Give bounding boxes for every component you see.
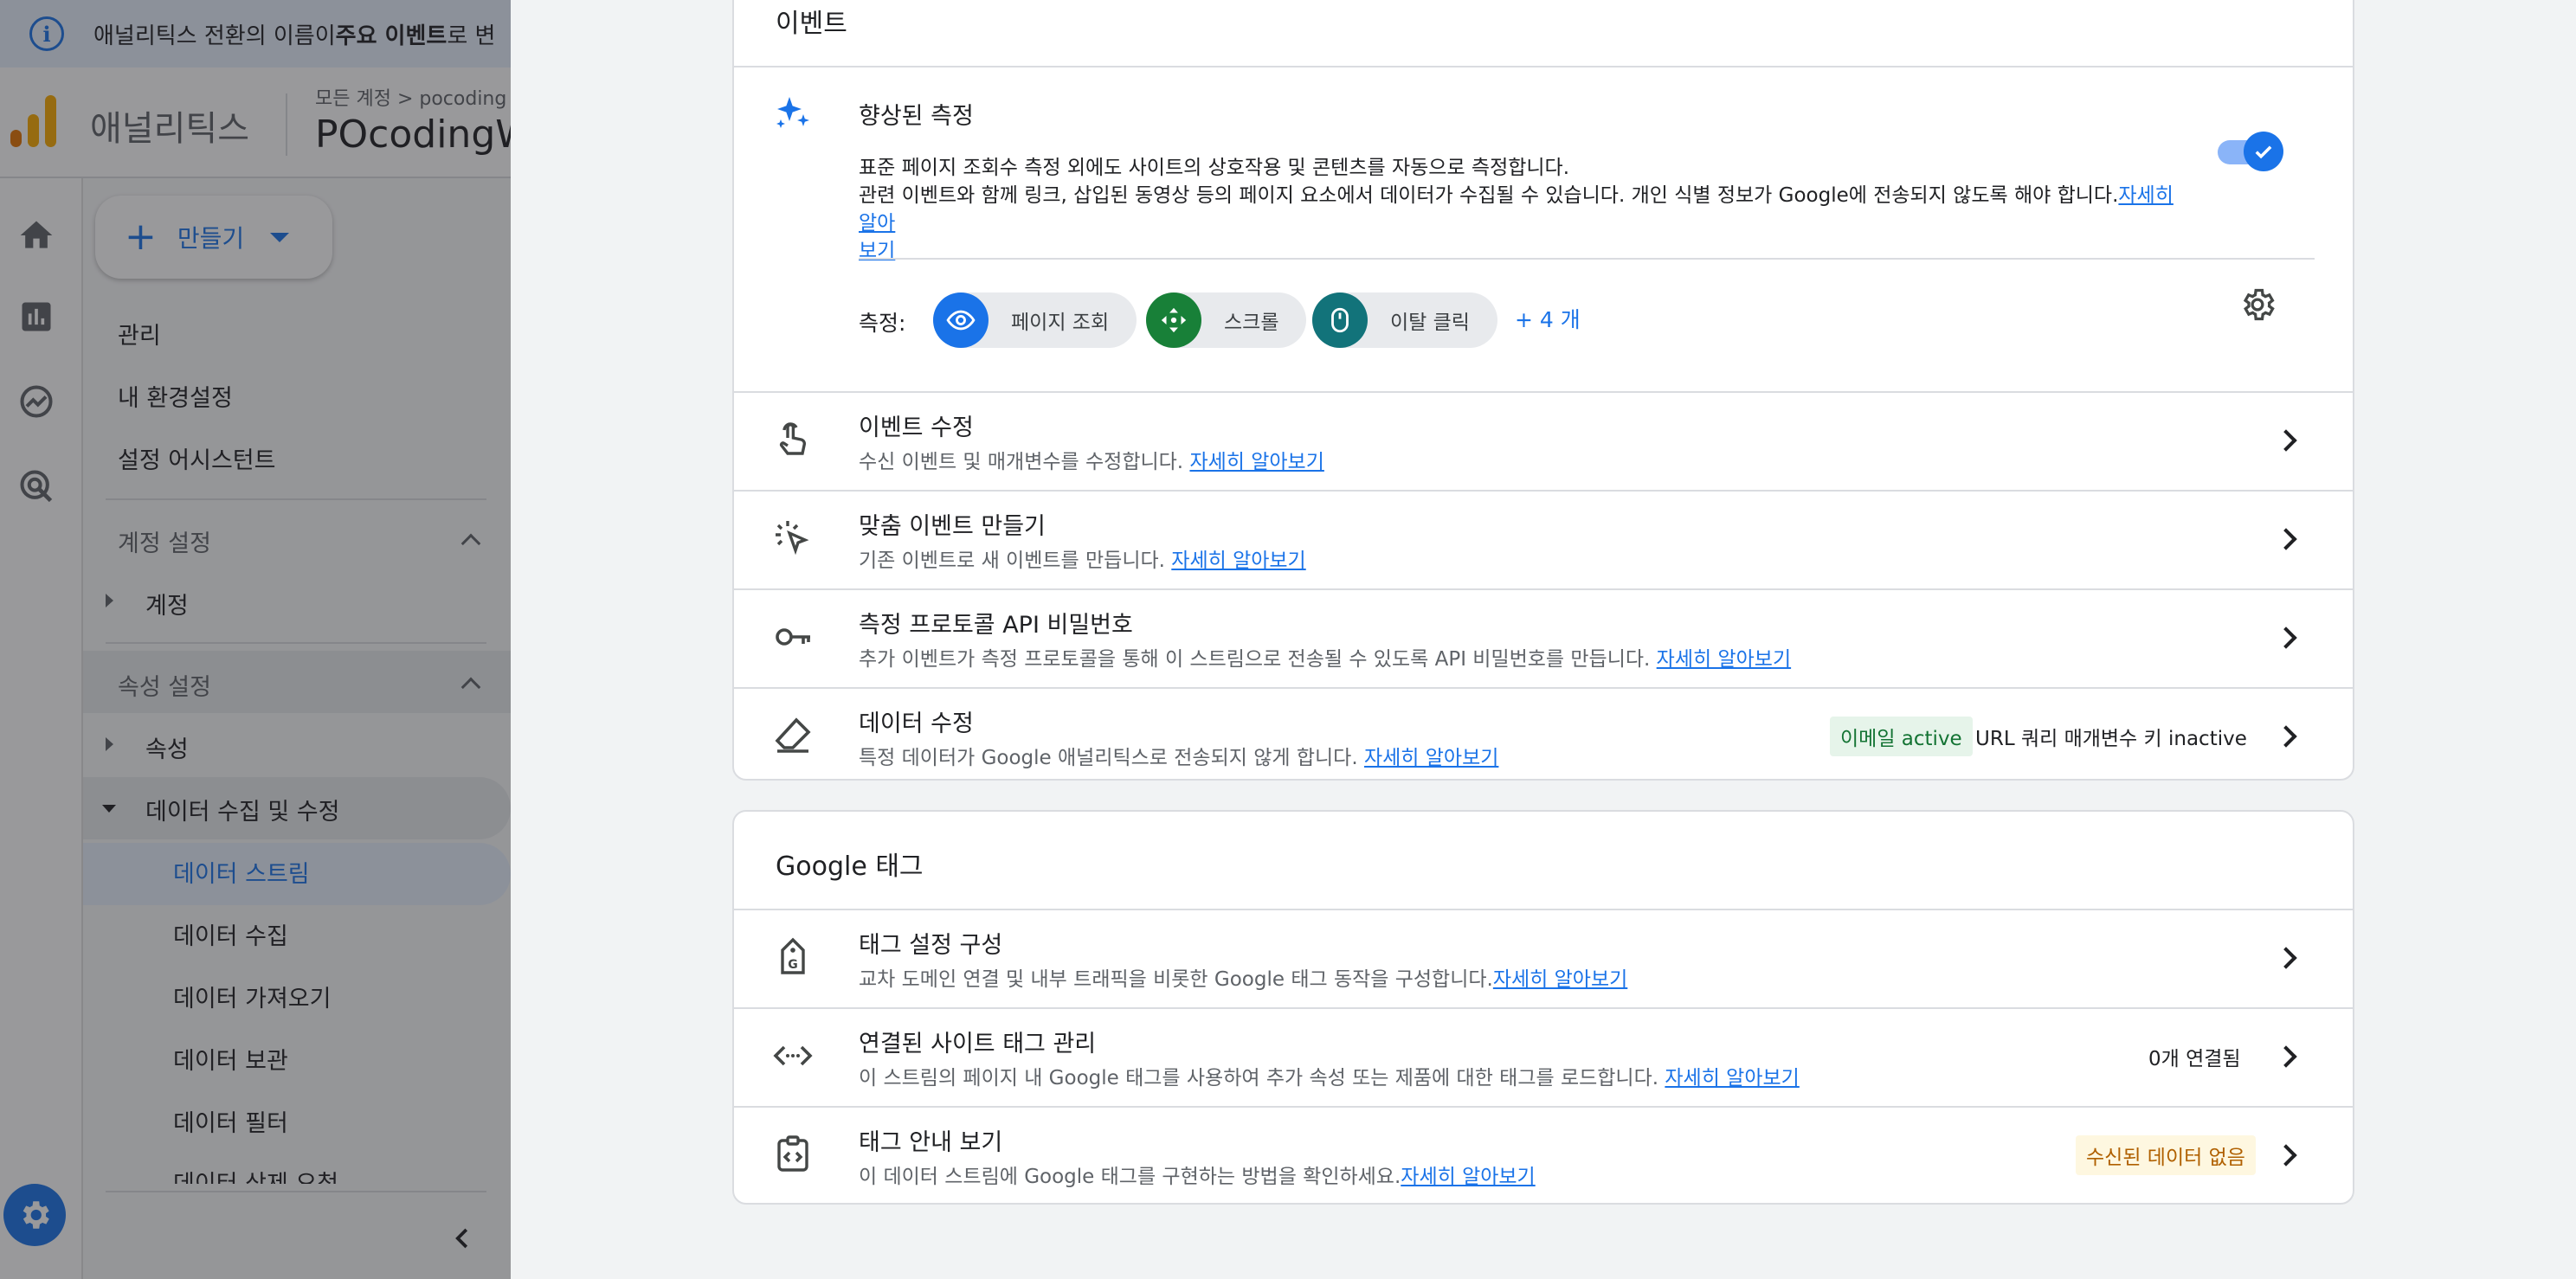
google-tag-card-title: Google 태그 (776, 852, 924, 882)
row-configure-tag-settings[interactable]: G 태그 설정 구성 교차 도메인 연결 및 내부 트래픽을 비롯한 Googl… (734, 910, 2353, 1007)
chevron-right-icon (2275, 947, 2297, 969)
chip-label: 스크롤 (1224, 312, 1279, 334)
row-desc-text: 이 데이터 스트림에 Google 태그를 구현하는 방법을 확인하세요. (859, 1166, 1401, 1188)
row-desc: 이 데이터 스트림에 Google 태그를 구현하는 방법을 확인하세요.자세히… (859, 1160, 1536, 1189)
enhanced-divider (859, 258, 2315, 260)
settings-gear-icon[interactable] (2238, 286, 2277, 324)
row-title: 태그 설정 구성 (859, 932, 1003, 959)
tag-icon: G (781, 937, 805, 974)
learn-more-link[interactable]: 자세히 알아보기 (1364, 747, 1498, 769)
chevron-right-icon (2275, 627, 2297, 649)
row-desc: 추가 이벤트가 측정 프로토콜을 통해 이 스트림으로 전송될 수 있도록 AP… (859, 642, 1791, 672)
row-desc: 교차 도메인 연결 및 내부 트래픽을 비롯한 Google 태그 동작을 구성… (859, 962, 1627, 992)
learn-more-link[interactable]: 자세히 알아보기 (1189, 451, 1323, 473)
row-title: 맞춤 이벤트 만들기 (859, 513, 1046, 540)
modal-scrim[interactable] (0, 0, 511, 1279)
google-tag-card: Google 태그 G 태그 설정 구성 교차 도메인 연결 및 내부 트래픽을… (732, 810, 2354, 1205)
chevron-right-icon (2275, 528, 2297, 550)
learn-more-link[interactable]: 자세히 알아보기 (1401, 1166, 1535, 1188)
enhanced-desc-line1: 표준 페이지 조회수 측정 외에도 사이트의 상호작용 및 콘텐츠를 자동으로 … (859, 157, 1570, 179)
row-measurement-protocol[interactable]: 측정 프로토콜 API 비밀번호 추가 이벤트가 측정 프로토콜을 통해 이 스… (734, 590, 2353, 687)
enhanced-measurement-toggle[interactable] (2218, 132, 2283, 171)
chip-label: 이탈 클릭 (1390, 312, 1470, 334)
chevron-right-icon (2275, 725, 2297, 748)
chip-outbound-click[interactable]: 이탈 클릭 (1312, 292, 1497, 348)
mouse-icon (1312, 292, 1368, 348)
row-title: 이벤트 수정 (859, 415, 974, 441)
row-create-custom-events[interactable]: 맞춤 이벤트 만들기 기존 이벤트로 새 이벤트를 만듭니다. 자세히 알아보기 (734, 492, 2353, 588)
row-modify-events[interactable]: 이벤트 수정 수신 이벤트 및 매개변수를 수정합니다. 자세히 알아보기 (734, 393, 2353, 490)
row-desc: 수신 이벤트 및 매개변수를 수정합니다. 자세히 알아보기 (859, 445, 1324, 474)
row-desc-text: 추가 이벤트가 측정 프로토콜을 통해 이 스트림으로 전송될 수 있도록 AP… (859, 648, 1657, 671)
chevron-right-icon (2275, 1045, 2297, 1068)
chevron-right-icon (2275, 1144, 2297, 1167)
sparkle-icon (776, 97, 809, 128)
measure-label: 측정: (859, 311, 906, 336)
enhanced-measurement-title: 향상된 측정 (859, 103, 974, 130)
code-connect-icon (773, 1045, 813, 1066)
row-desc: 기존 이벤트로 새 이벤트를 만듭니다. 자세히 알아보기 (859, 543, 1306, 573)
toggle-knob (2244, 132, 2283, 171)
row-data-redaction[interactable]: 데이터 수정 특정 데이터가 Google 애널리틱스로 전송되지 않게 합니다… (734, 689, 2353, 779)
learn-more-link[interactable]: 자세히 알아보기 (1665, 1067, 1799, 1089)
learn-more-link[interactable]: 자세히 알아보기 (1657, 648, 1791, 671)
stream-details-drawer: 이벤트 향상된 측정 표준 페이지 조회수 측정 외에도 사이트의 상호작용 및… (511, 0, 2576, 1279)
row-view-tag-instructions[interactable]: 태그 안내 보기 이 데이터 스트림에 Google 태그를 구현하는 방법을 … (734, 1108, 2353, 1203)
learn-more-link[interactable]: 자세히 알아보기 (1493, 968, 1627, 991)
enhanced-desc-line2: 관련 이벤트와 함께 링크, 삽입된 동영상 등의 페이지 요소에서 데이터가 … (859, 184, 2119, 207)
clipboard-code-icon (777, 1135, 808, 1172)
row-manage-connected-tags[interactable]: 연결된 사이트 태그 관리 이 스트림의 페이지 내 Google 태그를 사용… (734, 1009, 2353, 1106)
eye-icon (933, 292, 989, 348)
row-desc-text: 기존 이벤트로 새 이벤트를 만듭니다. (859, 550, 1172, 572)
scroll-arrows-icon (1146, 292, 1201, 348)
row-desc-text: 수신 이벤트 및 매개변수를 수정합니다. (859, 451, 1190, 473)
row-title: 연결된 사이트 태그 관리 (859, 1031, 1097, 1057)
row-desc-text: 교차 도메인 연결 및 내부 트래픽을 비롯한 Google 태그 동작을 구성… (859, 968, 1493, 991)
svg-text:G: G (788, 958, 798, 972)
row-desc-text: 특정 데이터가 Google 애널리틱스로 전송되지 않게 합니다. (859, 747, 1364, 769)
row-title: 측정 프로토콜 API 비밀번호 (859, 612, 1133, 639)
email-redaction-badge: 이메일 active (1830, 717, 1973, 756)
cursor-click-icon (776, 521, 809, 556)
chip-page-view[interactable]: 페이지 조회 (933, 292, 1137, 348)
row-desc: 특정 데이터가 Google 애널리틱스로 전송되지 않게 합니다. 자세히 알… (859, 741, 1498, 770)
events-card: 이벤트 향상된 측정 표준 페이지 조회수 측정 외에도 사이트의 상호작용 및… (732, 0, 2354, 781)
card-divider (734, 66, 2353, 67)
connected-count-badge: 0개 연결됨 (2148, 1048, 2241, 1070)
enhanced-measurement-desc: 표준 페이지 조회수 측정 외에도 사이트의 상호작용 및 콘텐츠를 자동으로 … (859, 154, 2192, 265)
eraser-icon (775, 717, 811, 753)
check-icon (2255, 145, 2272, 159)
touch-hand-icon (779, 422, 807, 455)
row-desc-text: 이 스트림의 페이지 내 Google 태그를 사용하여 추가 속성 또는 제품… (859, 1067, 1665, 1089)
row-desc: 이 스트림의 페이지 내 Google 태그를 사용하여 추가 속성 또는 제품… (859, 1061, 1800, 1090)
learn-more-link[interactable]: 자세히 알아보기 (1171, 550, 1305, 572)
more-measurements-link[interactable]: + 4 개 (1515, 303, 1581, 334)
row-title: 데이터 수정 (859, 710, 974, 737)
no-data-badge: 수신된 데이터 없음 (2076, 1135, 2256, 1175)
url-query-redaction-badge: URL 쿼리 매개변수 키 inactive (1975, 728, 2247, 750)
chip-scroll[interactable]: 스크롤 (1146, 292, 1307, 348)
key-icon (776, 628, 810, 646)
chevron-right-icon (2275, 429, 2297, 452)
row-title: 태그 안내 보기 (859, 1129, 1003, 1156)
chip-label: 페이지 조회 (1011, 312, 1110, 334)
events-card-title: 이벤트 (776, 9, 847, 39)
